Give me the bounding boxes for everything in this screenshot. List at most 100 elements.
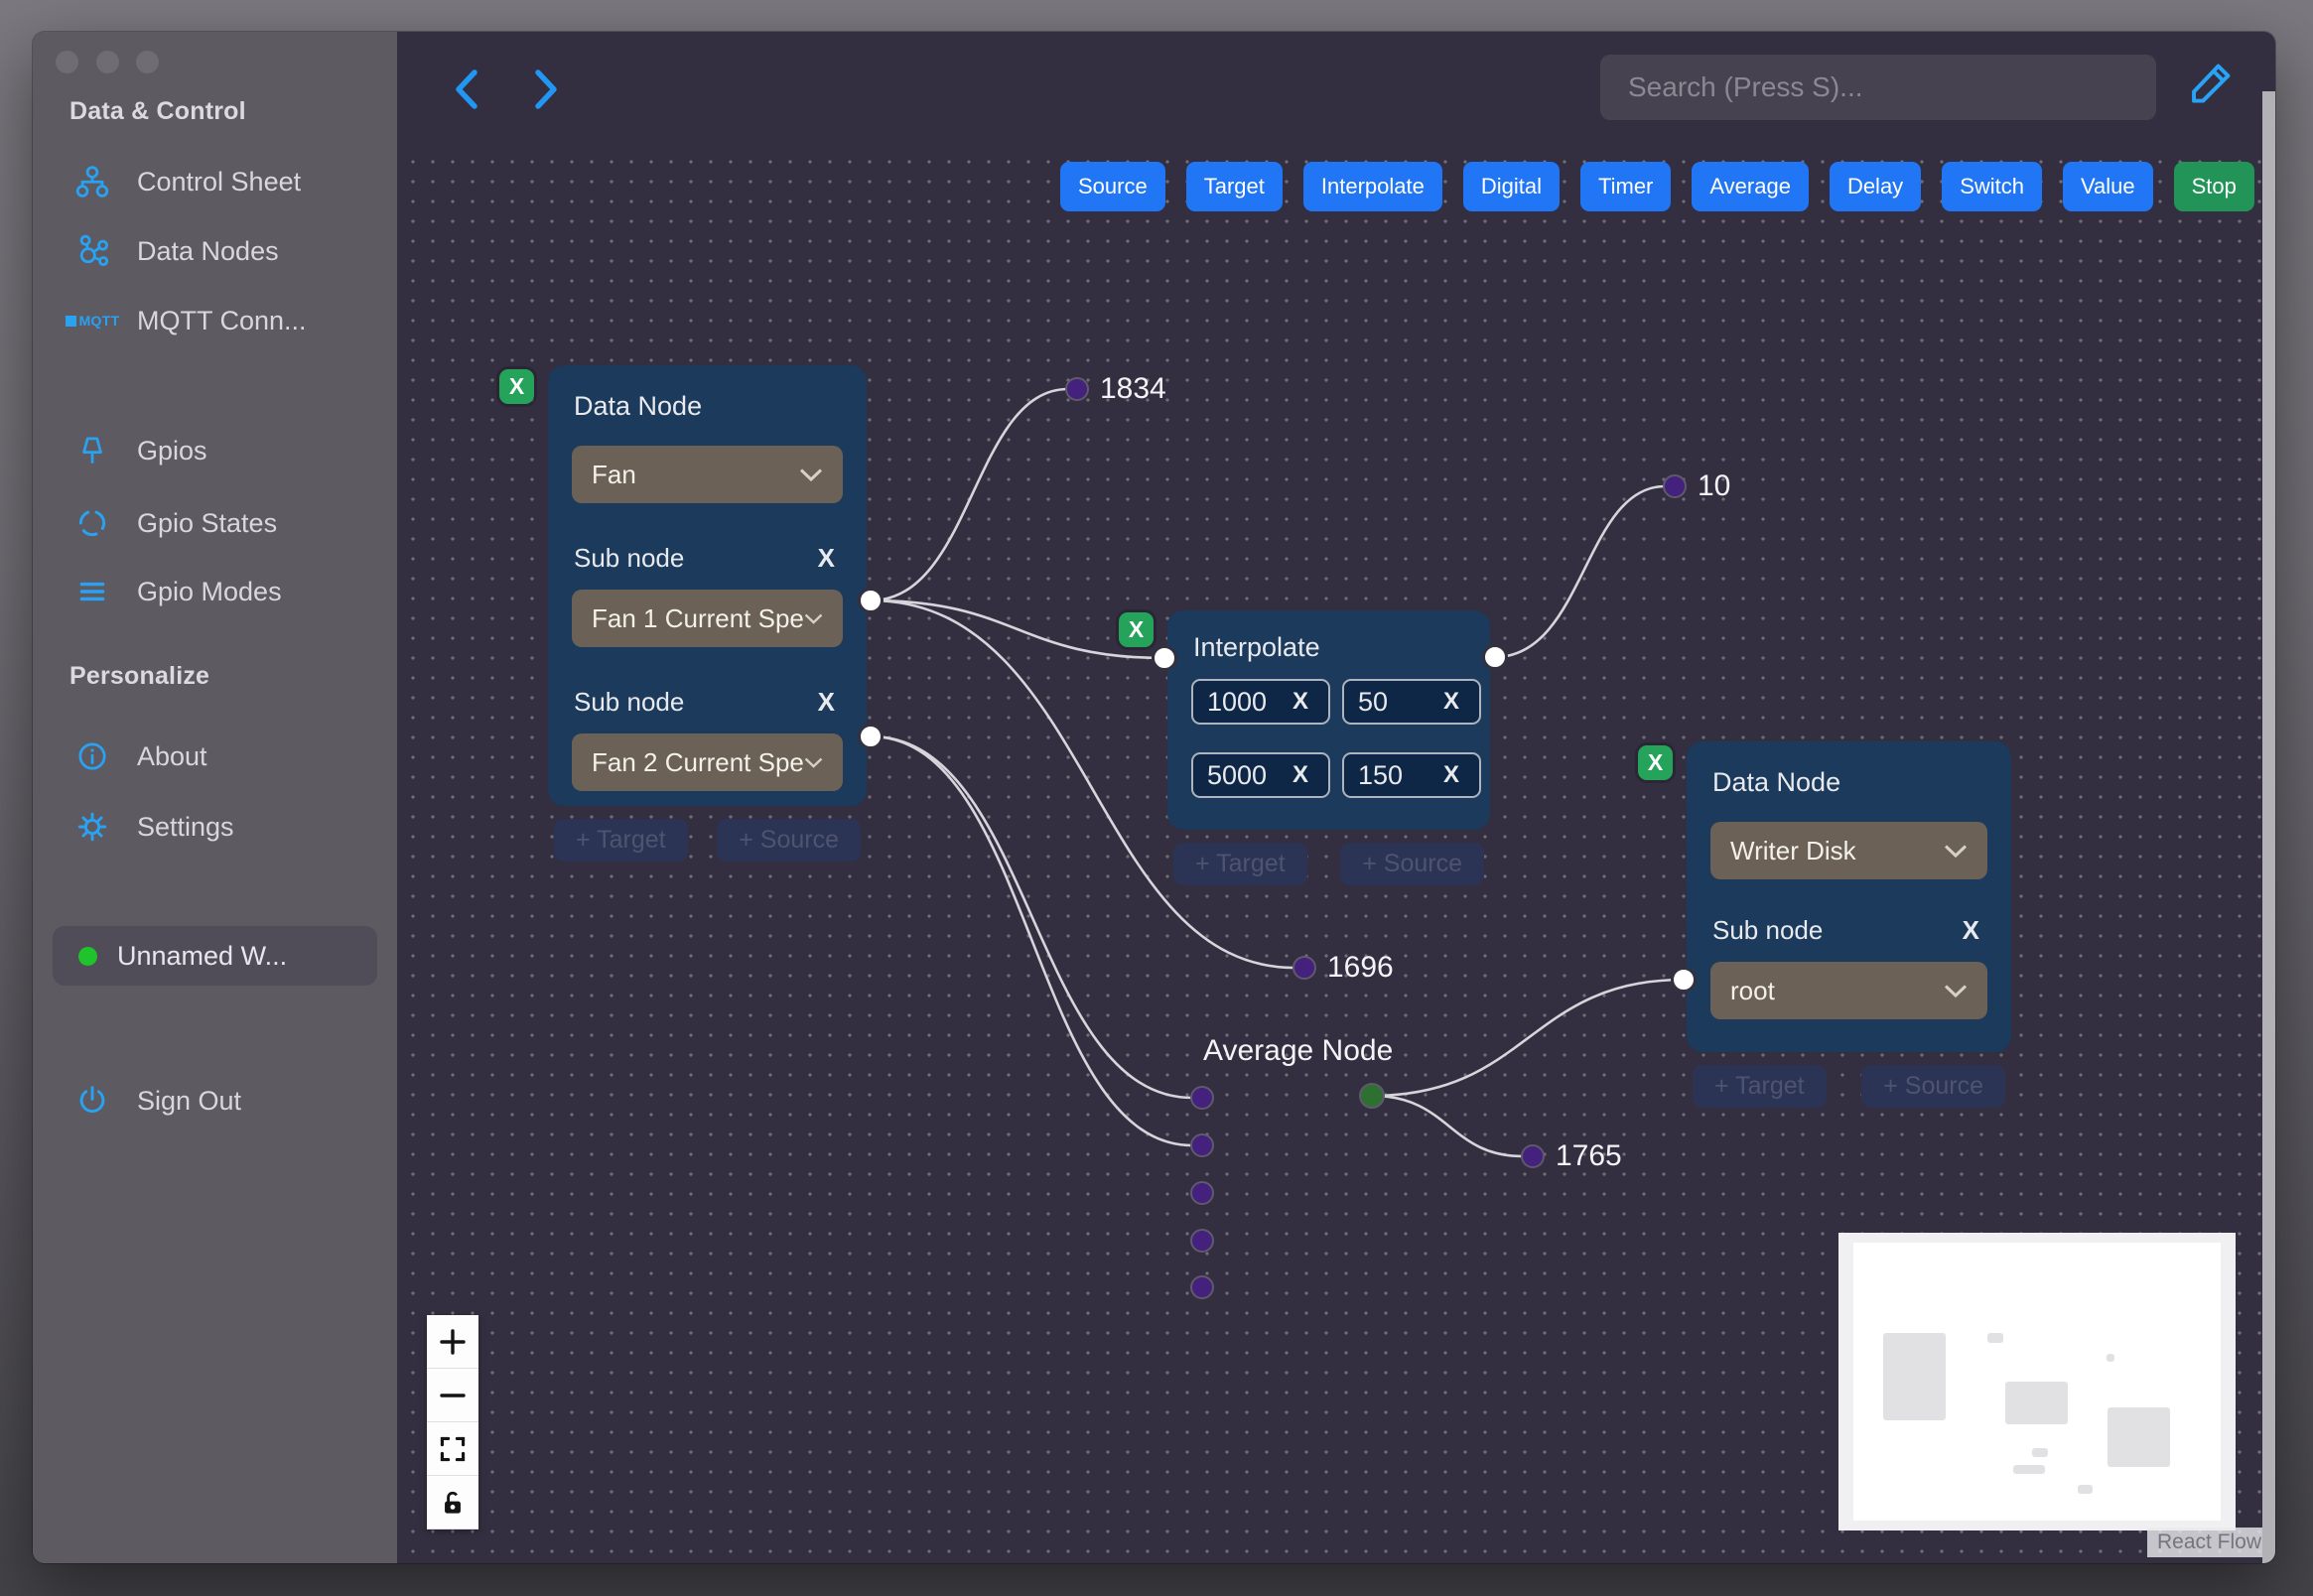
value-dot[interactable]	[1663, 474, 1687, 498]
sidebar-item-label: Settings	[137, 811, 234, 842]
sidebar-item-label: Gpios	[137, 435, 207, 466]
add-source-button[interactable]: + Source	[1340, 843, 1484, 885]
value-dot[interactable]	[1065, 377, 1089, 401]
add-target-button[interactable]: + Target	[1173, 843, 1307, 885]
chevron-down-icon	[1944, 984, 1968, 998]
interpolate-node[interactable]: X Interpolate 1000 X 50 X 5000 X 150 X +…	[1119, 610, 1490, 885]
add-digital-node-button[interactable]: Digital	[1462, 162, 1560, 211]
sidebar-item-mqtt-connections[interactable]: MQTT MQTT Conn...	[65, 298, 385, 343]
sidebar-item-settings[interactable]: Settings	[73, 804, 385, 850]
average-input-handle[interactable]	[1190, 1133, 1214, 1157]
sidebar-item-control-sheet[interactable]: Control Sheet	[73, 159, 385, 204]
back-button[interactable]	[445, 66, 488, 110]
add-interpolate-node-button[interactable]: Interpolate	[1302, 162, 1442, 211]
flow-editor: Source Target Interpolate Digital Timer …	[397, 32, 2275, 1563]
remove-sub-node-button[interactable]: X	[1957, 915, 1985, 946]
add-timer-node-button[interactable]: Timer	[1579, 162, 1672, 211]
sidebar-item-label: Sign Out	[137, 1085, 242, 1116]
target-handle-writer-disk[interactable]	[1671, 967, 1697, 993]
sub-node-label: Sub node	[1712, 915, 1824, 945]
target-handle-interpolate[interactable]	[1152, 645, 1177, 671]
fit-view-button[interactable]	[427, 1422, 478, 1476]
minimap-node	[2078, 1485, 2093, 1494]
value-dot[interactable]	[1293, 956, 1316, 980]
window-minimize-button[interactable]	[96, 51, 119, 73]
clear-field-button[interactable]: X	[1437, 688, 1465, 716]
clear-field-button[interactable]: X	[1287, 761, 1314, 789]
node-type-select[interactable]: Writer Disk	[1710, 822, 1987, 879]
data-node-writer-disk[interactable]: X Data Node Writer Disk Sub node X root …	[1638, 741, 2011, 1108]
clear-field-button[interactable]: X	[1437, 761, 1465, 789]
sub-node-label: Sub node	[574, 687, 685, 717]
workspace-item-selected[interactable]: Unnamed W...	[53, 926, 377, 986]
sidebar-item-gpio-states[interactable]: Gpio States	[73, 500, 385, 546]
sidebar-item-sign-out[interactable]: Sign Out	[73, 1078, 385, 1124]
edge-value-label: 1834	[1100, 372, 1166, 405]
average-result-handle[interactable]	[1359, 1083, 1385, 1109]
source-handle-interpolate[interactable]	[1482, 644, 1508, 670]
stop-button[interactable]: Stop	[2173, 162, 2254, 211]
minimap-node	[1987, 1333, 2003, 1343]
sub-node-select[interactable]: Fan 1 Current Spe	[572, 590, 843, 647]
average-output-handle[interactable]	[1190, 1275, 1214, 1299]
field-value: 50	[1358, 686, 1389, 717]
value-dot[interactable]	[1521, 1144, 1545, 1168]
clear-field-button[interactable]: X	[1287, 688, 1314, 716]
window-close-button[interactable]	[56, 51, 78, 73]
add-average-node-button[interactable]: Average	[1692, 162, 1809, 211]
forward-button[interactable]	[524, 66, 568, 110]
sidebar-item-data-nodes[interactable]: Data Nodes	[73, 228, 385, 274]
chevron-down-icon	[1944, 844, 1968, 858]
interpolate-input[interactable]: 5000 X	[1191, 752, 1330, 798]
delete-node-button[interactable]: X	[499, 369, 534, 404]
lock-button[interactable]	[427, 1476, 478, 1530]
delete-node-button[interactable]: X	[1638, 745, 1673, 780]
zoom-out-button[interactable]	[427, 1369, 478, 1422]
search-input[interactable]	[1600, 55, 2156, 120]
sidebar-item-about[interactable]: About	[73, 733, 385, 779]
sidebar: Data & Control Control Sheet Data Nodes …	[33, 32, 397, 1563]
source-handle-fan-1[interactable]	[858, 588, 884, 613]
add-source-button[interactable]: + Source	[717, 819, 861, 862]
zoom-in-button[interactable]	[427, 1315, 478, 1369]
scrollbar[interactable]	[2262, 91, 2275, 1563]
sidebar-item-label: MQTT Conn...	[137, 305, 307, 335]
remove-sub-node-button[interactable]: X	[812, 543, 841, 574]
plus-icon	[440, 1328, 466, 1355]
minimap[interactable]	[1838, 1233, 2236, 1530]
add-target-button[interactable]: + Target	[554, 819, 688, 862]
average-input-handle[interactable]	[1190, 1229, 1214, 1253]
average-input-handle[interactable]	[1190, 1181, 1214, 1205]
sub-node-select[interactable]: root	[1710, 962, 1987, 1019]
interpolate-input[interactable]: 150 X	[1342, 752, 1481, 798]
sidebar-item-gpios[interactable]: Gpios	[73, 428, 385, 473]
sidebar-item-label: Gpio States	[137, 507, 278, 538]
window-zoom-button[interactable]	[136, 51, 159, 73]
remove-sub-node-button[interactable]: X	[812, 687, 841, 718]
unlock-icon	[445, 1491, 461, 1514]
interpolate-input[interactable]: 50 X	[1342, 679, 1481, 725]
gear-icon	[73, 808, 111, 846]
source-handle-fan-2[interactable]	[858, 724, 884, 749]
add-target-node-button[interactable]: Target	[1185, 162, 1283, 211]
edit-pencil-button[interactable]	[2182, 58, 2238, 113]
add-value-node-button[interactable]: Value	[2062, 162, 2153, 211]
select-value: Fan 1 Current Spe	[592, 602, 804, 633]
delete-node-button[interactable]: X	[1119, 612, 1154, 647]
sub-node-select[interactable]: Fan 2 Current Spe	[572, 733, 843, 791]
add-source-node-button[interactable]: Source	[1060, 162, 1165, 211]
interpolate-input[interactable]: 1000 X	[1191, 679, 1330, 725]
add-switch-node-button[interactable]: Switch	[1942, 162, 2042, 211]
sidebar-item-label: Data Nodes	[137, 235, 279, 266]
chevron-down-icon	[804, 757, 823, 768]
add-source-button[interactable]: + Source	[1861, 1065, 2005, 1108]
data-node-fan[interactable]: X Data Node Fan Sub node X Fan 1 Current…	[499, 365, 867, 862]
sidebar-item-gpio-modes[interactable]: Gpio Modes	[73, 569, 385, 614]
add-target-button[interactable]: + Target	[1693, 1065, 1827, 1108]
field-value: 5000	[1207, 759, 1268, 790]
add-delay-node-button[interactable]: Delay	[1829, 162, 1922, 211]
node-type-select[interactable]: Fan	[572, 446, 843, 503]
desktop: { "sidebar": { "section_data_control": "…	[0, 0, 2313, 1596]
average-input-handle[interactable]	[1190, 1086, 1214, 1110]
workspace-label: Unnamed W...	[117, 940, 288, 971]
